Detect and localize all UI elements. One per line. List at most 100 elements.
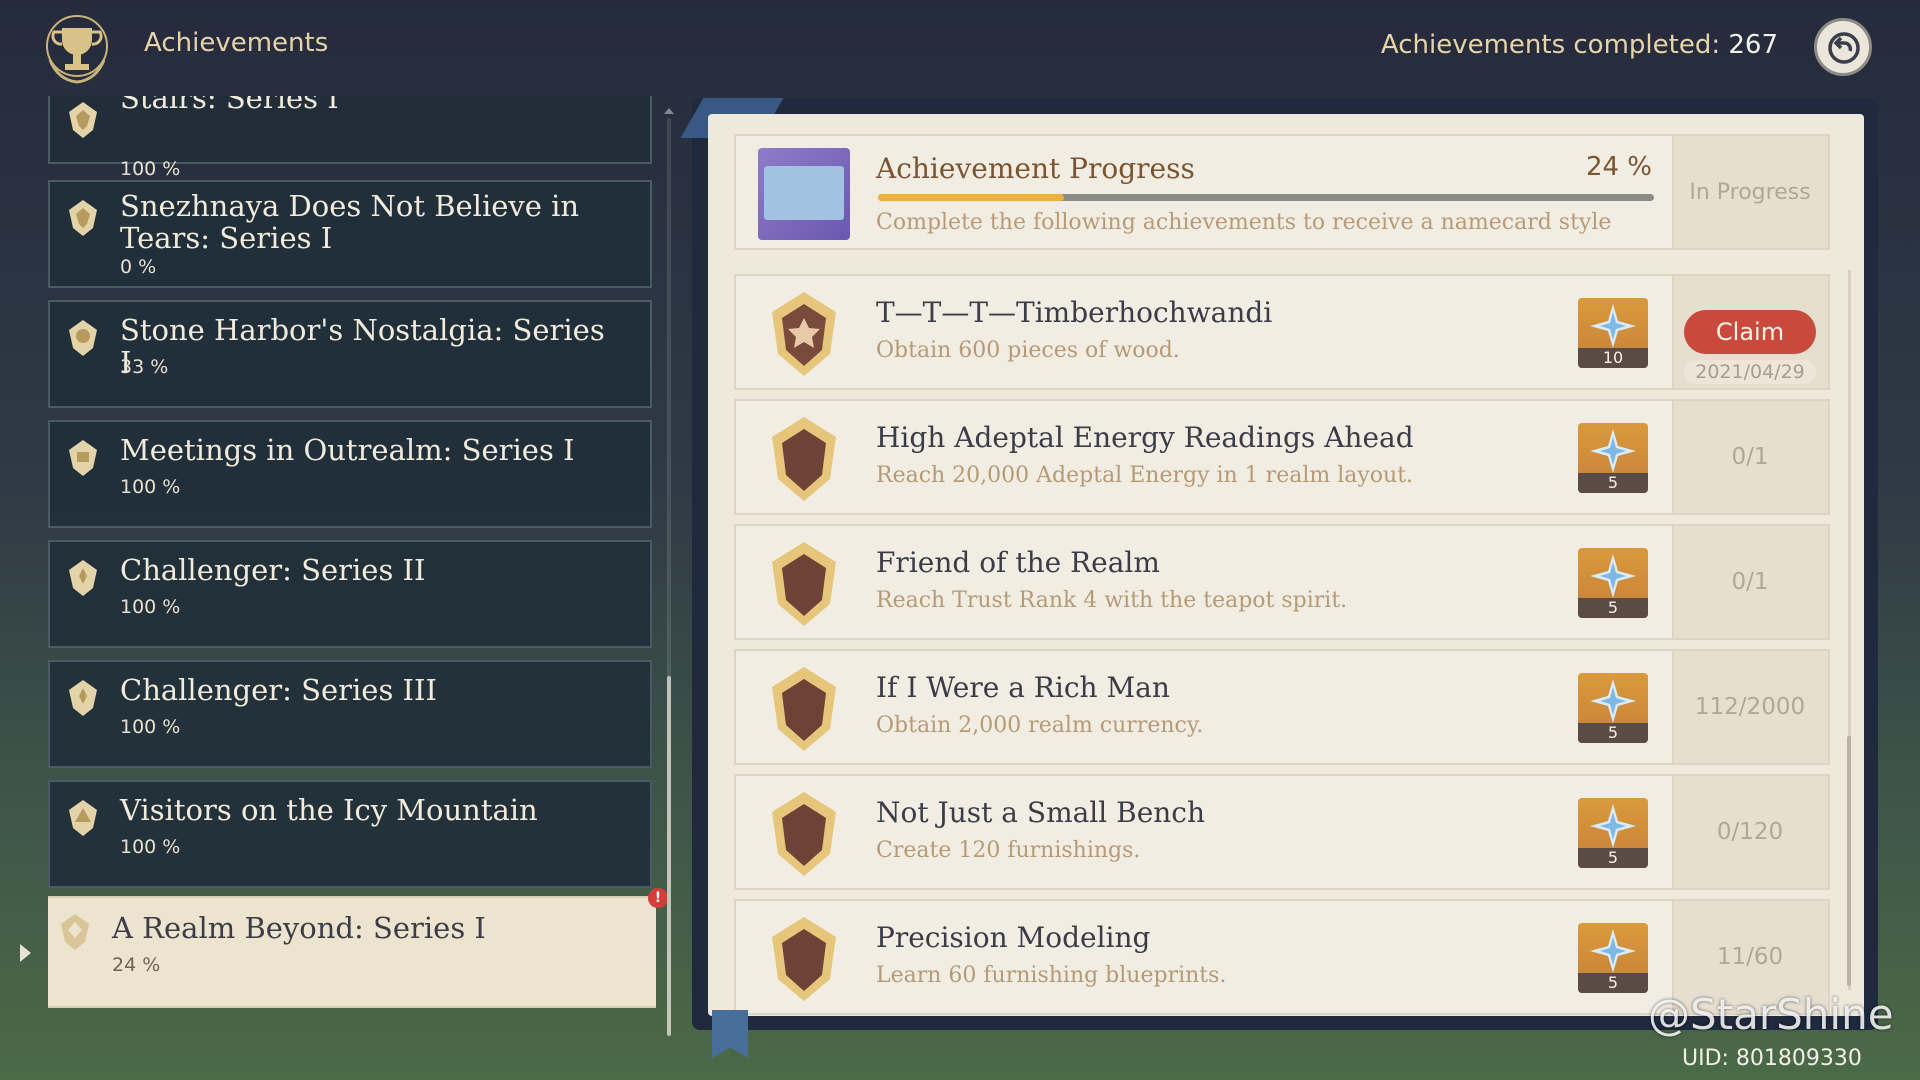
category-percent: 24 % (112, 954, 161, 976)
summary-progress-bar (878, 194, 1654, 201)
back-button[interactable] (1814, 18, 1872, 76)
category-name: Stairs: Series I (120, 96, 339, 115)
achievement-badge-icon (772, 917, 836, 1001)
category-item[interactable]: Snezhnaya Does Not Believe in Tears: Ser… (48, 180, 652, 288)
category-list[interactable]: Stairs: Series I 100 % Snezhnaya Does No… (48, 96, 656, 1036)
primogem-icon (1590, 929, 1636, 973)
achievements-completed-counter: Achievements completed: 267 (1381, 30, 1778, 60)
category-item[interactable]: Visitors on the Icy Mountain 100 % (48, 780, 652, 888)
primogem-reward: 10 (1578, 298, 1648, 368)
top-bar: Achievements Achievements completed: 267 (0, 0, 1920, 96)
reward-quantity: 5 (1578, 723, 1648, 743)
namecard-icon (758, 148, 850, 240)
category-item[interactable]: Meetings in Outrealm: Series I 100 % (48, 420, 652, 528)
trophy-icon (46, 15, 108, 84)
achievement-row[interactable]: High Adeptal Energy Readings Ahead Reach… (734, 399, 1830, 515)
completion-date: 2021/04/29 (1684, 360, 1816, 384)
reward-quantity: 10 (1578, 348, 1648, 368)
achievement-title: High Adeptal Energy Readings Ahead (876, 421, 1414, 454)
achievement-scroll-thumb[interactable] (1847, 736, 1851, 986)
primogem-icon (1590, 429, 1636, 473)
category-item[interactable]: Stone Harbor's Nostalgia: Series I 33 % (48, 300, 652, 408)
category-percent: 100 % (120, 596, 181, 618)
summary-description: Complete the following achievements to r… (876, 210, 1612, 235)
achievement-description: Obtain 2,000 realm currency. (876, 713, 1204, 738)
active-indicator-arrow-icon (20, 944, 31, 962)
category-name: Stone Harbor's Nostalgia: Series I (120, 313, 605, 379)
category-emblem-icon (69, 320, 97, 356)
achievement-row[interactable]: If I Were a Rich Man Obtain 2,000 realm … (734, 649, 1830, 765)
achievement-badge-icon (772, 792, 836, 876)
category-name: Meetings in Outrealm: Series I (120, 433, 575, 467)
category-name: Challenger: Series II (120, 553, 426, 587)
primogem-reward: 5 (1578, 923, 1648, 993)
category-item[interactable]: Stairs: Series I 100 % (48, 96, 652, 180)
category-emblem-icon (69, 102, 97, 138)
summary-progress-fill (878, 194, 1065, 201)
category-item[interactable]: Challenger: Series III 100 % (48, 660, 652, 768)
achievement-title: Precision Modeling (876, 921, 1151, 954)
achievement-badge-icon (772, 417, 836, 501)
category-emblem-icon (69, 200, 97, 236)
primogem-reward: 5 (1578, 673, 1648, 743)
category-item-active[interactable]: A Realm Beyond: Series I 24 % (48, 896, 656, 1008)
achievement-badge-icon (772, 292, 836, 376)
reward-quantity: 5 (1578, 598, 1648, 618)
primogem-icon (1590, 554, 1636, 598)
page-title: Achievements (144, 28, 329, 58)
achievement-page: Achievement Progress 24 % Complete the f… (708, 114, 1864, 1016)
primogem-reward: 5 (1578, 423, 1648, 493)
claim-button[interactable]: Claim (1684, 310, 1816, 354)
achievement-badge-icon (772, 667, 836, 751)
achievement-description: Learn 60 furnishing blueprints. (876, 963, 1227, 988)
category-percent: 100 % (120, 716, 181, 738)
category-name: Visitors on the Icy Mountain (120, 793, 538, 827)
achievement-title: Friend of the Realm (876, 546, 1160, 579)
book-bookmark (712, 1010, 748, 1058)
achievement-row[interactable]: Friend of the Realm Reach Trust Rank 4 w… (734, 524, 1830, 640)
category-percent: 0 % (120, 256, 157, 278)
achievement-title: If I Were a Rich Man (876, 671, 1170, 704)
achievement-description: Reach 20,000 Adeptal Energy in 1 realm l… (876, 463, 1414, 488)
achievement-progress: 0/1 (1731, 444, 1769, 470)
uid-label: UID: 801809330 (1682, 1046, 1862, 1071)
achievement-description: Reach Trust Rank 4 with the teapot spiri… (876, 588, 1348, 613)
achievement-row[interactable]: Not Just a Small Bench Create 120 furnis… (734, 774, 1830, 890)
achievement-progress-summary: Achievement Progress 24 % Complete the f… (734, 134, 1830, 250)
achievement-badge-icon (772, 542, 836, 626)
category-percent: 100 % (120, 158, 181, 180)
watermark: @StarShine (1648, 990, 1894, 1039)
category-emblem-icon (69, 680, 97, 716)
achievement-description: Create 120 furnishings. (876, 838, 1141, 863)
achievement-row[interactable]: T—T—T—Timberhochwandi Obtain 600 pieces … (734, 274, 1830, 390)
scroll-up-icon[interactable] (664, 108, 674, 114)
category-name: Challenger: Series III (120, 673, 437, 707)
primogem-reward: 5 (1578, 548, 1648, 618)
category-percent: 100 % (120, 476, 181, 498)
primogem-icon (1590, 679, 1636, 723)
alert-badge: ! (648, 888, 668, 908)
primogem-reward: 5 (1578, 798, 1648, 868)
back-arrow-icon (1828, 32, 1860, 64)
achievement-progress: 0/120 (1716, 819, 1784, 845)
category-name: Snezhnaya Does Not Believe in Tears: Ser… (120, 189, 580, 255)
summary-status: In Progress (1689, 179, 1811, 205)
category-scroll-thumb[interactable] (667, 676, 671, 1036)
summary-title: Achievement Progress (876, 152, 1195, 185)
completed-count: 267 (1728, 30, 1778, 60)
achievement-progress: 0/1 (1731, 569, 1769, 595)
summary-percent: 24 % (1585, 152, 1652, 182)
category-emblem-icon (69, 440, 97, 476)
category-item[interactable]: Challenger: Series II 100 % (48, 540, 652, 648)
reward-quantity: 5 (1578, 848, 1648, 868)
category-percent: 33 % (120, 356, 169, 378)
category-emblem-icon (69, 560, 97, 596)
achievement-progress: 112/2000 (1694, 694, 1806, 720)
category-emblem-icon (69, 800, 97, 836)
reward-quantity: 5 (1578, 473, 1648, 493)
primogem-icon (1590, 304, 1636, 348)
achievement-title: Not Just a Small Bench (876, 796, 1206, 829)
achievement-title: T—T—T—Timberhochwandi (876, 296, 1273, 329)
completed-label: Achievements completed: (1380, 30, 1721, 60)
achievement-description: Obtain 600 pieces of wood. (876, 338, 1180, 363)
